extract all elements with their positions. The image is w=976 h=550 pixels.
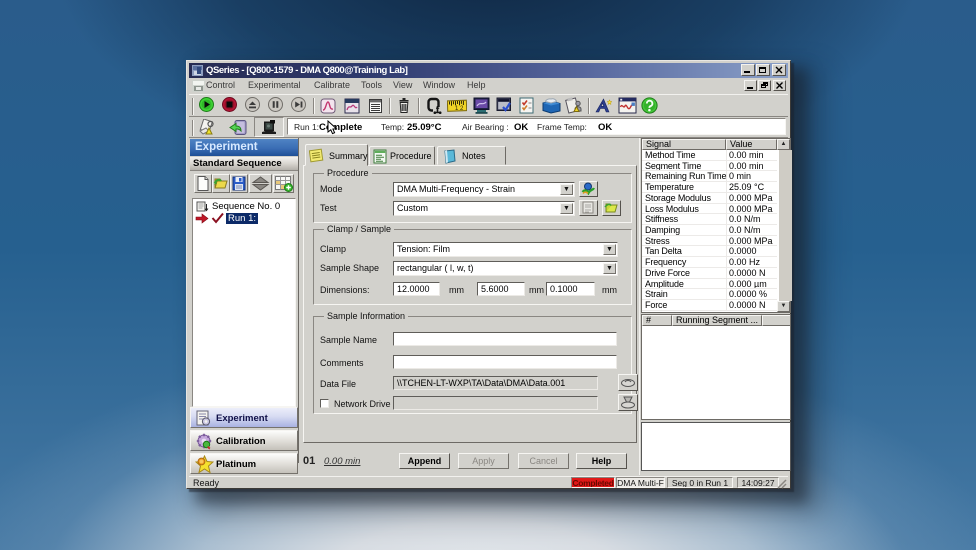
svg-text:1 2: 1 2 xyxy=(455,106,464,112)
